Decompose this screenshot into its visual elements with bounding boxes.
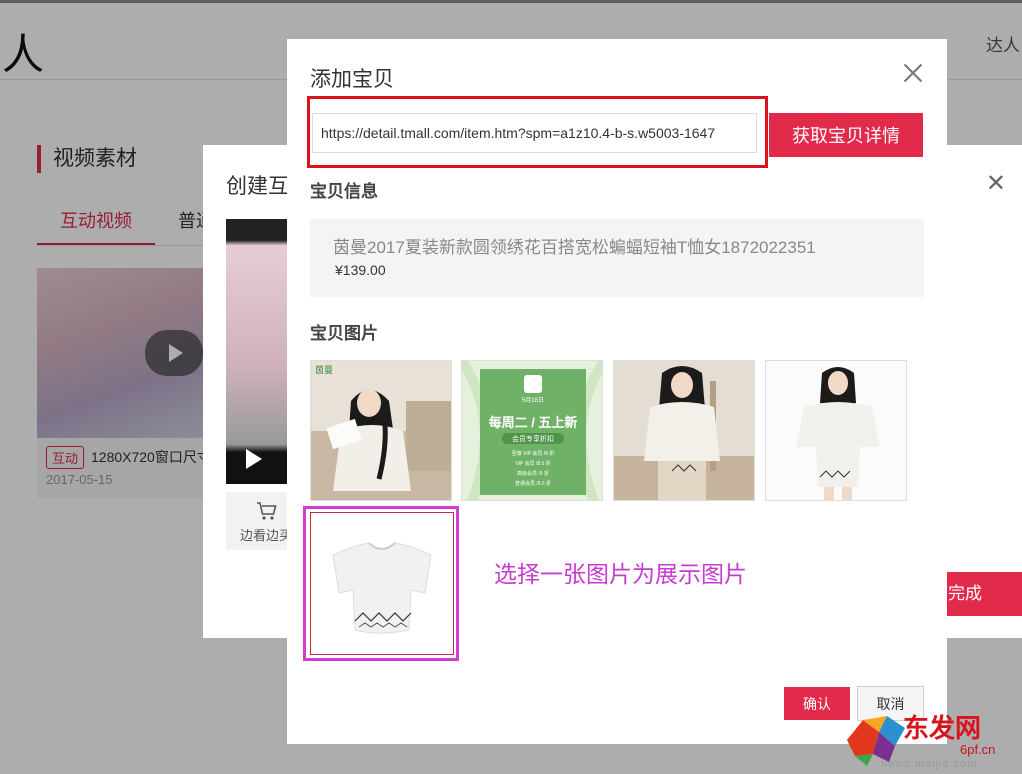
tshirt-image (311, 513, 453, 654)
watermark-domain: 6pf.cn (960, 742, 996, 757)
create-dialog-close-icon[interactable]: ✕ (986, 169, 1006, 198)
promo-tier: VIP 会员 /8.5 折 (515, 460, 550, 467)
shop-while-watching-label: 边看边买 (240, 528, 293, 543)
product-info-box: 茵曼2017夏装新款圆领绣花百搭宽松蝙蝠短袖T恤女1872022351 ¥139… (310, 219, 924, 297)
promo-tier: 至尊 VIP 会员 /8 折 (512, 450, 555, 457)
product-image-2[interactable]: 5月18日 每周二 / 五上新 会员专享折扣 至尊 VIP 会员 /8 折 VI… (461, 360, 603, 501)
brand-logo: 茵曼 (315, 365, 333, 375)
product-price: ¥139.00 (335, 262, 386, 278)
product-image-1[interactable]: 茵曼 (310, 360, 452, 501)
product-url-input[interactable] (312, 113, 757, 153)
confirm-button[interactable]: 确认 (784, 687, 850, 720)
promo-image: 5月18日 每周二 / 五上新 会员专享折扣 至尊 VIP 会员 /8 折 VI… (462, 361, 602, 500)
product-info-label: 宝贝信息 (310, 182, 378, 201)
model-reading-image: 茵曼 (311, 361, 451, 500)
watermark: 东发网 6pf.cn news.maijia.com (843, 706, 1021, 772)
add-product-modal: 添加宝贝 获取宝贝详情 宝贝信息 茵曼2017夏装新款圆领绣花百搭宽松蝙蝠短袖T… (287, 39, 947, 744)
watermark-subdomain: news.maijia.com (881, 758, 978, 770)
product-image-3[interactable] (613, 360, 755, 501)
promo-headline: 每周二 / 五上新 (489, 415, 578, 430)
product-name: 茵曼2017夏装新款圆领绣花百搭宽松蝙蝠短袖T恤女1872022351 (333, 238, 816, 257)
select-image-hint: 选择一张图片为展示图片 (494, 561, 747, 587)
model-standing-room-image (614, 361, 754, 500)
create-dialog-title: 创建互 (226, 175, 289, 198)
promo-date: 5月18日 (522, 397, 544, 404)
promo-subhead: 会员专享折扣 (512, 434, 554, 443)
cart-icon (256, 500, 278, 528)
close-icon[interactable] (903, 63, 923, 83)
fetch-product-details-button[interactable]: 获取宝贝详情 (769, 113, 923, 157)
model-white-background-image (766, 361, 906, 500)
promo-tier: 普通会员 /9.5 折 (515, 480, 551, 487)
product-image-4[interactable] (765, 360, 907, 501)
watermark-text: 东发网 (903, 714, 982, 744)
preview-play-icon[interactable] (246, 449, 262, 469)
product-images-label: 宝贝图片 (310, 324, 378, 343)
promo-tier: 高级会员 /9 折 (517, 470, 549, 477)
modal-title: 添加宝贝 (310, 68, 394, 91)
product-image-5-selected[interactable] (310, 512, 454, 655)
